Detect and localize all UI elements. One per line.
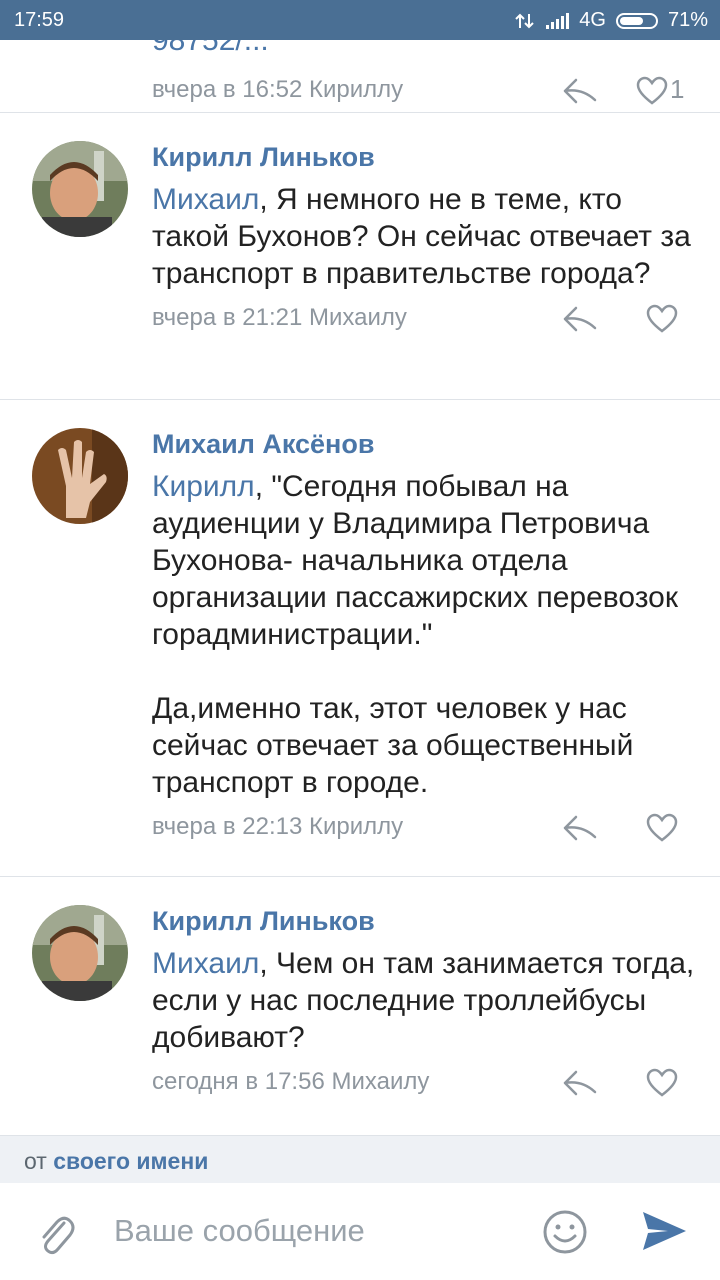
status-bar: 17:59 4G 71% xyxy=(0,0,720,40)
comment-body: , "Сегодня побывал на аудиенции у Владим… xyxy=(152,470,678,799)
comment-date[interactable]: вчера в 16:52 Кириллу xyxy=(152,76,403,104)
heart-icon[interactable] xyxy=(646,304,678,334)
message-composer: Ваше сообщение xyxy=(0,1183,720,1280)
message-input[interactable]: Ваше сообщение xyxy=(114,1213,365,1249)
heart-icon[interactable] xyxy=(636,76,668,106)
comment-meta: вчера в 22:13 Кириллу xyxy=(152,803,700,851)
like-count: 1 xyxy=(670,74,685,104)
avatar[interactable] xyxy=(32,905,128,1001)
network-type: 4G xyxy=(579,9,606,31)
comment-date[interactable]: вчера в 22:13 Кириллу xyxy=(152,813,403,841)
paperclip-icon[interactable] xyxy=(36,1209,76,1257)
battery-icon xyxy=(615,12,658,29)
post-as-label: от своего имени xyxy=(24,1148,208,1175)
heart-icon[interactable] xyxy=(646,1068,678,1098)
comments-feed[interactable]: 98752/... вчера в 16:52 Кириллу 1 Кирилл… xyxy=(0,40,720,1135)
reply-icon[interactable] xyxy=(562,813,598,843)
status-time: 17:59 xyxy=(14,9,65,31)
comment-date[interactable]: сегодня в 17:56 Михаилу xyxy=(152,1068,429,1096)
reply-icon[interactable] xyxy=(562,1068,598,1098)
signal-icon xyxy=(546,12,570,29)
avatar[interactable] xyxy=(32,141,128,237)
comment-item: Кирилл Линьков Михаил, Я немного не в те… xyxy=(0,113,720,400)
data-transfer-icon xyxy=(515,13,534,28)
comment-text: Михаил, Я немного не в теме, кто такой Б… xyxy=(152,181,700,292)
comment-item: Михаил Аксёнов Кирилл, "Сегодня побывал … xyxy=(0,400,720,877)
smile-icon[interactable] xyxy=(542,1209,588,1255)
mention-link[interactable]: Кирилл xyxy=(152,470,255,503)
comment-date[interactable]: вчера в 21:21 Михаилу xyxy=(152,304,407,332)
comment-author[interactable]: Кирилл Линьков xyxy=(152,113,700,173)
comment-link-text[interactable]: 98752/... xyxy=(152,40,700,56)
heart-icon[interactable] xyxy=(646,813,678,843)
comment-item: 98752/... вчера в 16:52 Кириллу 1 xyxy=(0,40,720,113)
comment-author[interactable]: Кирилл Линьков xyxy=(152,877,700,937)
avatar[interactable] xyxy=(32,428,128,524)
comment-meta: сегодня в 17:56 Михаилу xyxy=(152,1058,700,1106)
mention-link[interactable]: Михаил xyxy=(152,183,259,216)
comment-text: Кирилл, "Сегодня побывал на аудиенции у … xyxy=(152,468,700,801)
send-icon[interactable] xyxy=(640,1209,688,1253)
mention-link[interactable]: Михаил xyxy=(152,947,259,980)
comment-text: Михаил, Чем он там занимается тогда, есл… xyxy=(152,945,700,1056)
comment-meta: вчера в 21:21 Михаилу xyxy=(152,294,700,342)
post-as-prefix: от xyxy=(24,1148,47,1174)
reply-icon[interactable] xyxy=(562,304,598,334)
comment-item: Кирилл Линьков Михаил, Чем он там занима… xyxy=(0,877,720,1123)
comment-author[interactable]: Михаил Аксёнов xyxy=(152,400,700,460)
comment-meta: вчера в 16:52 Кириллу 1 xyxy=(152,66,700,114)
post-as-bar[interactable]: от своего имени xyxy=(0,1135,720,1184)
reply-icon[interactable] xyxy=(562,76,598,106)
post-as-link[interactable]: своего имени xyxy=(53,1148,208,1174)
battery-percent: 71% xyxy=(667,9,708,31)
